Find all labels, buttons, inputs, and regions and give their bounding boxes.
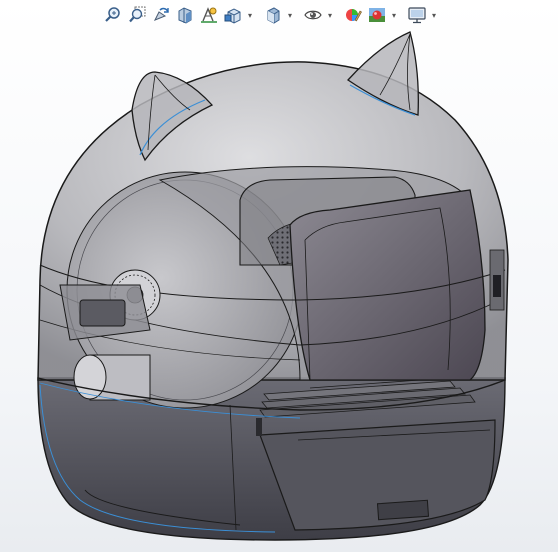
view-orientation-dropdown[interactable]: ▾: [246, 4, 254, 26]
edit-appearance-icon: [344, 6, 362, 24]
cat-litter-box-model: [37, 31, 509, 541]
hide-show-items-dropdown[interactable]: ▾: [326, 4, 334, 26]
edit-appearance-button[interactable]: [342, 4, 364, 26]
zoom-to-area-icon: [128, 6, 146, 24]
apply-scene-button[interactable]: [366, 4, 388, 26]
view-settings-button[interactable]: [406, 4, 428, 26]
zoom-to-area-button[interactable]: [126, 4, 148, 26]
zoom-to-fit-button[interactable]: [102, 4, 124, 26]
section-view-icon: [176, 6, 194, 24]
display-style-button[interactable]: [262, 4, 284, 26]
chevron-down-icon: ▾: [327, 10, 332, 20]
zoom-to-fit-icon: [104, 6, 122, 24]
display-style-icon: [264, 6, 282, 24]
section-view-button[interactable]: [174, 4, 196, 26]
hide-show-items-icon: [304, 6, 322, 24]
view-settings-icon: [408, 6, 426, 24]
apply-scene-icon: [368, 6, 386, 24]
hide-show-items-button[interactable]: [302, 4, 324, 26]
apply-scene-dropdown[interactable]: ▾: [390, 4, 398, 26]
dynamic-annotation-icon: [200, 6, 218, 24]
view-orientation-button[interactable]: [222, 4, 244, 26]
dynamic-annotation-button[interactable]: [198, 4, 220, 26]
chevron-down-icon: ▾: [391, 10, 396, 20]
drum-tunnel: [289, 189, 486, 381]
previous-view-icon: [152, 6, 170, 24]
view-orientation-icon: [224, 6, 242, 24]
display-style-dropdown[interactable]: ▾: [286, 4, 294, 26]
chevron-down-icon: ▾: [287, 10, 292, 20]
view-settings-dropdown[interactable]: ▾: [430, 4, 438, 26]
heads-up-view-toolbar: ▾ ▾ ▾ ▾ ▾: [102, 2, 438, 28]
previous-view-button[interactable]: [150, 4, 172, 26]
chevron-down-icon: ▾: [431, 10, 436, 20]
chevron-down-icon: ▾: [247, 10, 252, 20]
model-graphics-area[interactable]: [0, 28, 558, 552]
drawer-handle: [376, 499, 430, 521]
